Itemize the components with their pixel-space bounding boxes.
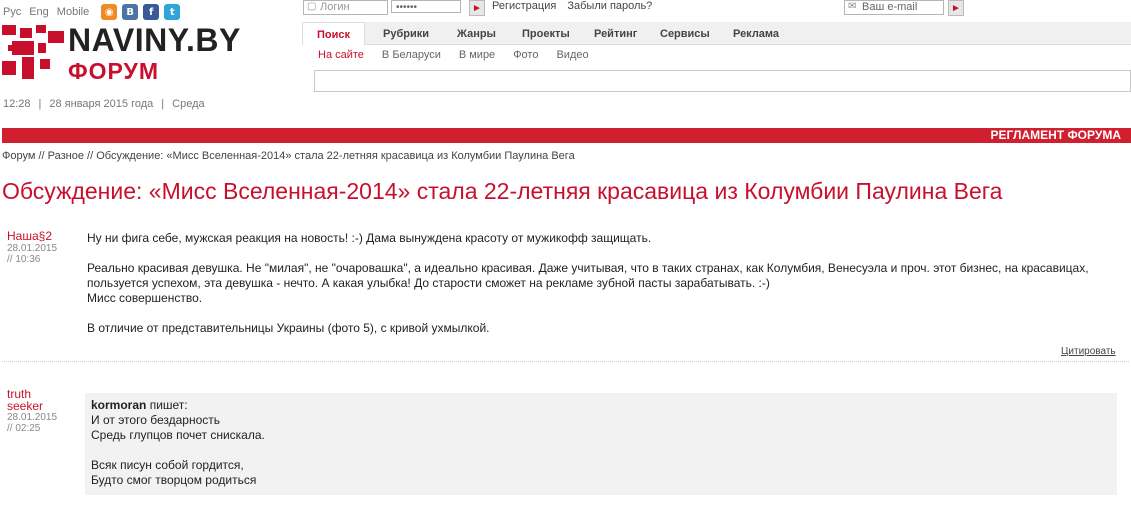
post-meta: truth seeker 28.01.2015 // 02:25 — [7, 388, 77, 434]
quote-author[interactable]: kormoran — [91, 398, 146, 412]
post-body: Ну ни фига себе, мужская реакция на ново… — [87, 231, 1122, 336]
tab-rubrics[interactable]: Рубрики — [383, 22, 429, 44]
brand-name[interactable]: NAVINY.BY — [68, 22, 241, 59]
search-input[interactable] — [314, 70, 1131, 92]
tab-search[interactable]: Поиск — [302, 22, 366, 45]
login-placeholder: Логин — [320, 1, 350, 13]
quote-header: kormoran пишет: — [91, 398, 1111, 413]
register-link[interactable]: Регистрация — [492, 0, 556, 12]
subscribe-button[interactable]: ► — [948, 0, 964, 16]
envelope-icon: ✉ — [848, 1, 857, 12]
tab-services[interactable]: Сервисы — [660, 22, 710, 44]
post-date: 28.01.2015 — [7, 243, 58, 254]
forgot-password-link[interactable]: Забыли пароль? — [567, 0, 652, 12]
quote-body: kormoran пишет: И от этого бездарность С… — [91, 398, 1111, 488]
lang-ru[interactable]: Рус — [3, 6, 21, 18]
forum-bar — [2, 128, 1131, 143]
tab-genres[interactable]: Жанры — [457, 22, 496, 44]
topic-article-link[interactable]: «Мисс Вселенная-2014» стала 22-летняя кр… — [149, 178, 1003, 204]
post-line: Ну ни фига себе, мужская реакция на ново… — [87, 231, 652, 245]
quote-line: Будто смог творцом родиться — [91, 473, 257, 487]
post-time: // 02:25 — [7, 423, 41, 434]
dateline: 12:28 | 28 января 2015 года | Среда — [3, 98, 205, 110]
email-field[interactable]: ✉ Ваш e-mail — [844, 0, 944, 15]
current-weekday: Среда — [172, 98, 205, 110]
scope-belarus[interactable]: В Беларуси — [382, 49, 441, 61]
quote-verb: пишет: — [146, 398, 188, 412]
brand-section[interactable]: ФОРУМ — [68, 58, 159, 85]
email-placeholder: Ваш e-mail — [862, 1, 918, 13]
scope-video[interactable]: Видео — [556, 49, 588, 61]
breadcrumb: Форум // Разное // Обсуждение: «Мисс Все… — [2, 150, 575, 162]
vk-icon[interactable]: B — [122, 4, 139, 20]
language-bar: Рус Eng Mobile ◉ B f t — [3, 4, 181, 20]
login-submit-button[interactable]: ► — [469, 0, 485, 16]
post-date: 28.01.2015 — [7, 412, 58, 423]
lang-en[interactable]: Eng — [29, 6, 49, 18]
post-meta: Наша§2 28.01.2015 // 10:36 — [7, 229, 77, 265]
quote-line: Средь глупцов почет снискала. — [91, 428, 265, 442]
quote-button[interactable]: Цитировать — [1061, 346, 1116, 357]
forum-rules-link[interactable]: РЕГЛАМЕНТ ФОРУМА — [991, 128, 1121, 143]
user-icon: ▢ — [307, 1, 317, 12]
post-line: Реально красивая девушка. Не "милая", не… — [87, 261, 1089, 275]
password-field[interactable]: •••••• — [391, 0, 461, 13]
quote-line: И от этого бездарность — [91, 413, 220, 427]
breadcrumb-section[interactable]: Разное — [48, 150, 84, 162]
post-author-cont[interactable]: seeker — [7, 400, 77, 412]
tab-rating[interactable]: Рейтинг — [594, 22, 637, 44]
scope-site[interactable]: На сайте — [318, 49, 364, 61]
arrow-right-icon: ► — [951, 2, 961, 14]
breadcrumb-current: Обсуждение: «Мисс Вселенная-2014» стала … — [96, 150, 575, 162]
social-links: ◉ B f t — [101, 4, 181, 20]
facebook-icon[interactable]: f — [143, 4, 160, 20]
search-scope-tabs: На сайте В Беларуси В мире Фото Видео — [318, 49, 589, 61]
rss-icon[interactable]: ◉ — [101, 4, 118, 20]
scope-photo[interactable]: Фото — [513, 49, 538, 61]
tab-projects[interactable]: Проекты — [522, 22, 570, 44]
lang-mobile[interactable]: Mobile — [57, 6, 89, 18]
post-time: // 10:36 — [7, 254, 41, 265]
tab-ads[interactable]: Реклама — [733, 22, 779, 44]
arrow-right-icon: ► — [472, 2, 482, 14]
page-title: Обсуждение: «Мисс Вселенная-2014» стала … — [2, 178, 1002, 205]
scope-world[interactable]: В мире — [459, 49, 495, 61]
breadcrumb-forum[interactable]: Форум — [2, 150, 35, 162]
quote-line: Всяк писун собой гордится, — [91, 458, 244, 472]
auth-links: Регистрация Забыли пароль? — [492, 0, 660, 12]
post-author[interactable]: Наша§2 — [7, 229, 77, 243]
login-field[interactable]: ▢ Логин — [303, 0, 388, 15]
naviny-logo-icon[interactable] — [2, 25, 64, 81]
post-line: В отличие от представительницы Украины (… — [87, 321, 490, 335]
topic-prefix: Обсуждение: — [2, 178, 149, 204]
current-time: 12:28 — [3, 98, 31, 110]
post-divider — [2, 361, 1129, 362]
current-date: 28 января 2015 года — [49, 98, 154, 110]
twitter-icon[interactable]: t — [164, 4, 181, 20]
breadcrumb-sep: // — [83, 150, 97, 162]
post-line: Мисс совершенство. — [87, 291, 203, 305]
post-line: пользуется успехом, эта девушка - нечто.… — [87, 276, 770, 290]
breadcrumb-sep: // — [35, 150, 48, 162]
